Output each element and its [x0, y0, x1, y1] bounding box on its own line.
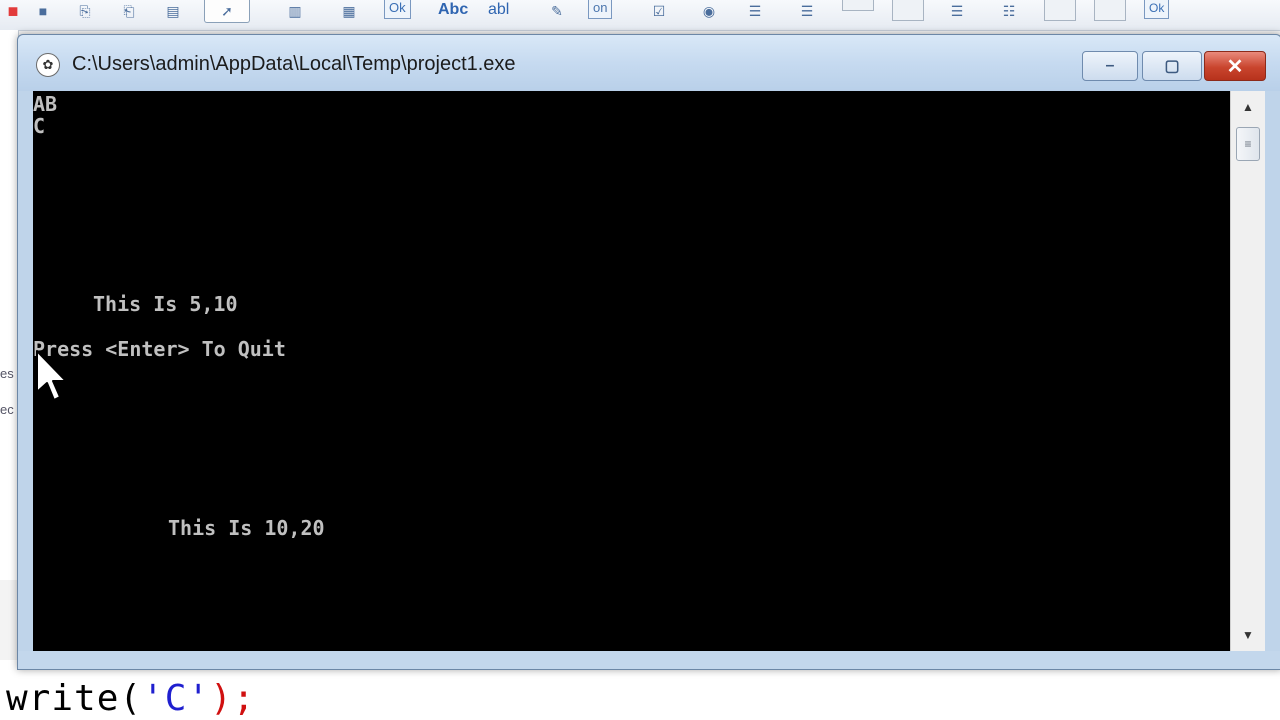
ide-toolbar: ■ ■ ⎘ ⎗ ▤ ➚ ▥ ▦ Ok Abc abl ✎ on ☑ ◉ ☰ ☰ … [0, 0, 1280, 31]
open-icon[interactable]: ⎗ [116, 0, 142, 22]
scrollbar-tool-icon[interactable] [842, 0, 874, 11]
maximize-button[interactable]: ▢ [1142, 51, 1202, 81]
groupbox-tool-icon[interactable] [1094, 0, 1126, 21]
label-icon[interactable]: ▥ [282, 0, 308, 22]
console-output[interactable]: AB C This Is 5,10 Press <Enter> To Quit … [33, 91, 1230, 651]
close-button[interactable]: ✕ [1204, 51, 1266, 81]
scroll-down-arrow-icon[interactable]: ▼ [1231, 621, 1265, 649]
save-icon[interactable]: ▤ [160, 0, 186, 22]
console-line: Press <Enter> To Quit [33, 337, 286, 361]
console-line: C [33, 114, 46, 138]
toolbar-on-button[interactable]: on [588, 0, 613, 19]
toolbar-abc-label[interactable]: Abc [438, 0, 468, 20]
scroll-thumb[interactable]: ≡ [1236, 127, 1260, 161]
scroll-up-arrow-icon[interactable]: ▲ [1231, 93, 1265, 121]
new-unit-icon[interactable]: ⎘ [72, 0, 98, 22]
code-line[interactable]: write('C'); [6, 678, 255, 719]
list-icon[interactable]: ☰ [742, 0, 768, 22]
console-line: AB [33, 92, 58, 116]
window-bottom-border [18, 651, 1280, 669]
stop-icon[interactable]: ■ [30, 0, 56, 22]
ide-fragment: es [0, 366, 14, 381]
app-icon[interactable]: ✿ [36, 53, 60, 77]
list-icon[interactable]: ☰ [794, 0, 820, 22]
vertical-scrollbar[interactable]: ▲ ≡ ▼ [1230, 91, 1265, 651]
radio-icon[interactable]: ◉ [696, 0, 722, 22]
console-line: This Is 5,10 [93, 292, 238, 316]
code-ident: write( [6, 678, 143, 719]
checkbox-icon[interactable]: ☷ [996, 0, 1022, 22]
pointer-icon[interactable]: ➚ [204, 0, 250, 23]
stop-icon[interactable]: ■ [0, 0, 26, 22]
checkbox-icon[interactable]: ☑ [646, 0, 672, 22]
toolbar-ok2-button[interactable]: Ok [1144, 0, 1170, 19]
window-title: C:\Users\admin\AppData\Local\Temp\projec… [72, 53, 516, 75]
list-icon[interactable]: ☰ [944, 0, 970, 22]
edit-icon[interactable]: ✎ [544, 0, 570, 22]
panel-tool-icon[interactable] [892, 0, 924, 21]
ide-fragment: ec [0, 402, 14, 417]
edit-icon[interactable]: ▦ [336, 0, 362, 22]
minimize-button[interactable]: – [1082, 51, 1138, 81]
mouse-cursor-icon [36, 350, 67, 401]
grip-icon: ≡ [1244, 137, 1252, 151]
console-window[interactable]: ✿ C:\Users\admin\AppData\Local\Temp\proj… [17, 34, 1280, 670]
toolbar-ok-button[interactable]: Ok [384, 0, 411, 19]
code-string: 'C' [142, 678, 211, 719]
panel-tool-icon[interactable] [1044, 0, 1076, 21]
console-line: This Is 10,20 [168, 516, 325, 540]
code-punct: ); [210, 678, 256, 719]
window-titlebar[interactable]: ✿ C:\Users\admin\AppData\Local\Temp\proj… [18, 35, 1280, 91]
toolbar-abl-label[interactable]: abl [488, 0, 509, 20]
